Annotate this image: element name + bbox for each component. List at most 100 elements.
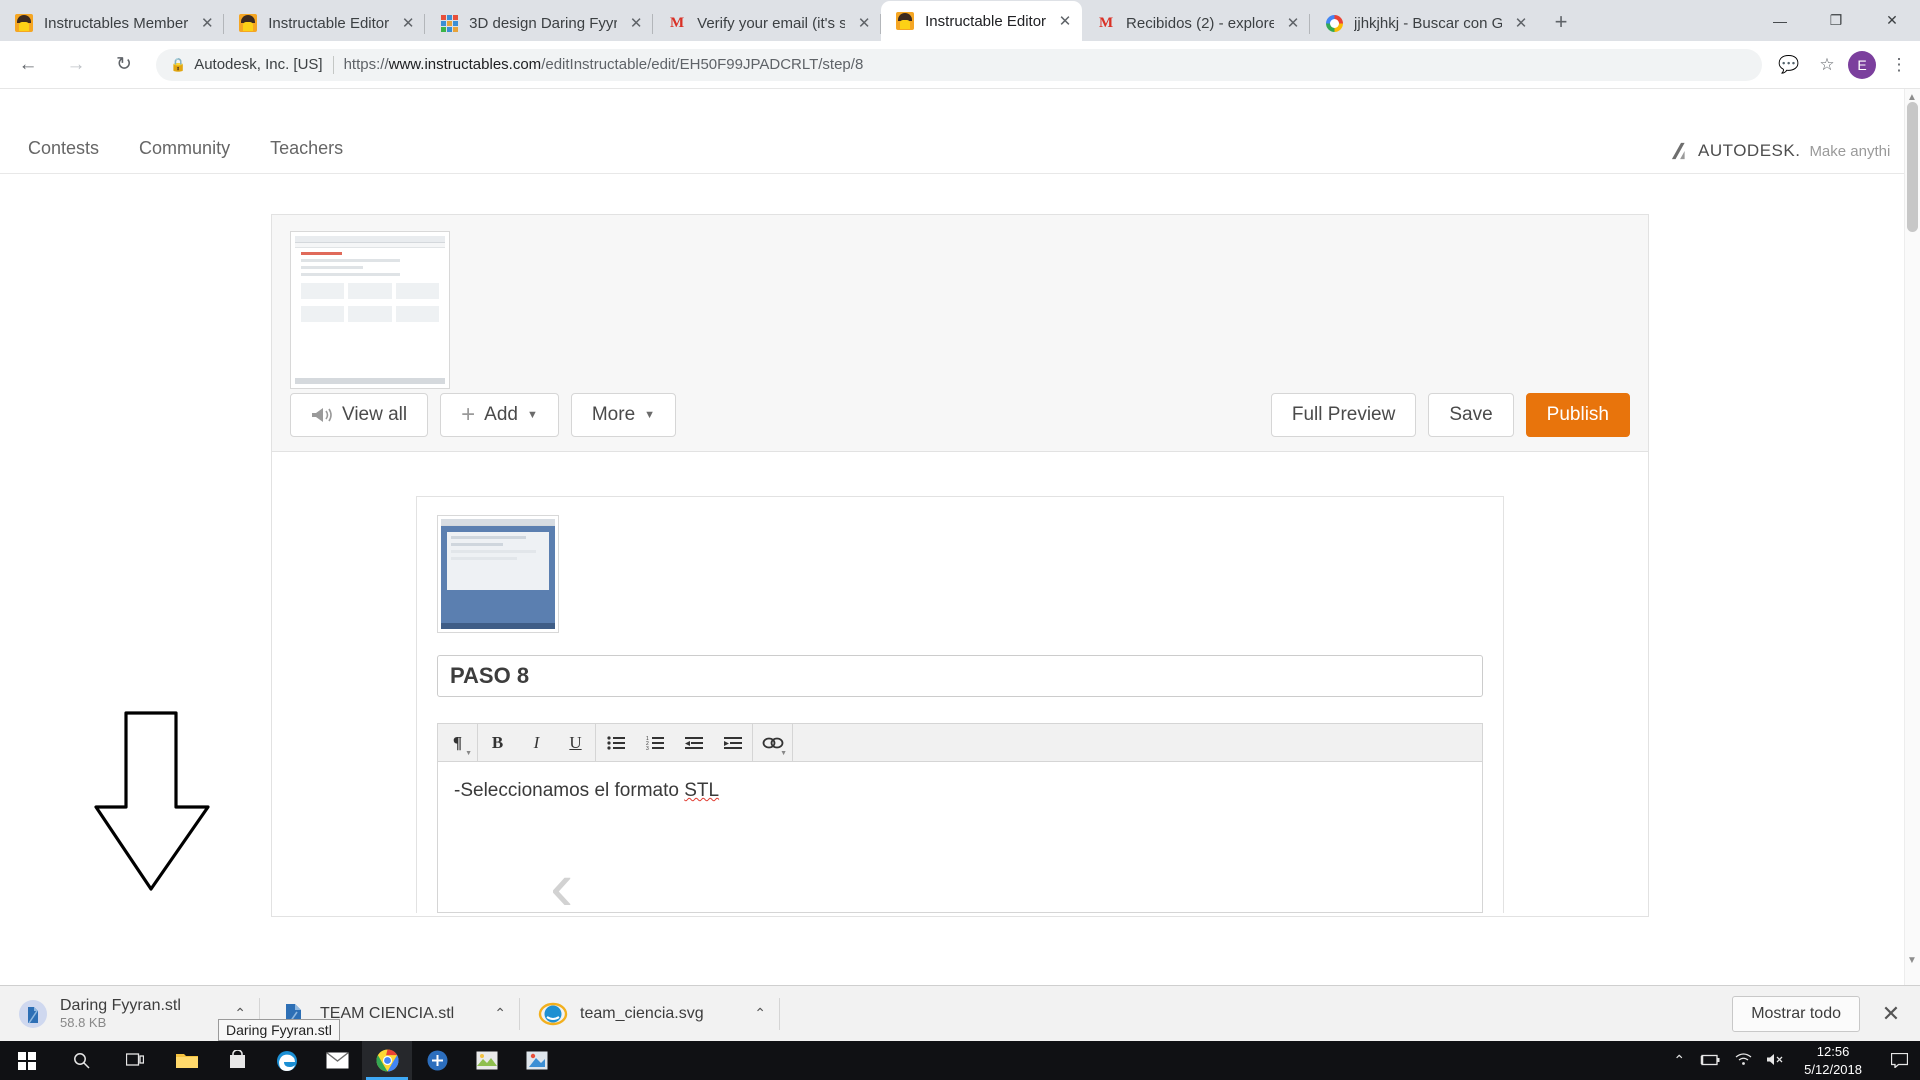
windows-start-icon[interactable] — [0, 1041, 54, 1080]
add-button[interactable]: + Add ▼ — [440, 393, 559, 437]
tinkercad-icon[interactable] — [412, 1041, 462, 1080]
url-scheme: https:// — [343, 56, 389, 73]
tab-close-icon[interactable]: ✕ — [1280, 10, 1306, 36]
chrome-icon[interactable] — [362, 1041, 412, 1080]
close-downloads-bar-icon[interactable]: ✕ — [1878, 1001, 1904, 1027]
link-icon[interactable]: ▼ — [753, 724, 792, 761]
tinkercad-icon — [439, 13, 459, 33]
photos-icon[interactable] — [462, 1041, 512, 1080]
taskbar-clock[interactable]: 12:56 5/12/2018 — [1798, 1043, 1868, 1078]
browser-tab-7[interactable]: jjhkjhkj - Buscar con Go ✕ — [1310, 5, 1538, 41]
security-origin-label: Autodesk, Inc. [US] — [194, 56, 323, 73]
microsoft-store-icon[interactable] — [212, 1041, 262, 1080]
kebab-menu-icon[interactable]: ⋮ — [1882, 48, 1916, 82]
tray-chevron-icon[interactable]: ⌃ — [1673, 1052, 1685, 1069]
tab-close-icon[interactable]: ✕ — [1508, 10, 1534, 36]
step-image-thumbnail[interactable] — [437, 515, 559, 633]
close-window-button[interactable]: ✕ — [1864, 0, 1920, 41]
translate-icon[interactable]: 💬 — [1772, 48, 1806, 82]
previous-step-arrow[interactable]: ‹ — [550, 851, 573, 921]
tab-close-icon[interactable]: ✕ — [194, 10, 220, 36]
task-view-icon[interactable] — [108, 1041, 162, 1080]
chevron-down-icon: ▼ — [526, 409, 538, 421]
view-all-label: View all — [342, 404, 408, 425]
maximize-button[interactable]: ❐ — [1808, 0, 1864, 41]
notifications-icon[interactable] — [1882, 1053, 1916, 1068]
tab-close-icon[interactable]: ✕ — [623, 10, 649, 36]
view-all-button[interactable]: View all — [290, 393, 429, 437]
download-menu-chevron-icon[interactable]: ⌃ — [728, 1005, 766, 1022]
bold-icon[interactable]: B — [478, 724, 517, 761]
misspelled-word: STL — [684, 780, 720, 801]
autodesk-logo-icon — [1671, 142, 1685, 160]
italic-icon[interactable]: I — [517, 724, 556, 761]
browser-tab-3[interactable]: 3D design Daring Fyyra ✕ — [425, 5, 654, 41]
url-path: /editInstructable/edit/EH50F99JPADCRLT/s… — [541, 56, 864, 73]
search-icon[interactable] — [54, 1041, 108, 1080]
download-file-size: 58.8 KB — [60, 1015, 107, 1031]
back-button[interactable]: ← — [8, 45, 48, 85]
nav-item-teachers[interactable]: Teachers — [270, 138, 343, 159]
browser-tab-1[interactable]: Instructables Member ✕ — [0, 5, 225, 41]
forward-button[interactable]: → — [56, 45, 96, 85]
browser-tab-6[interactable]: M Recibidos (2) - explorer ✕ — [1082, 5, 1311, 41]
editor-actions-right: Full Preview Save Publish — [1270, 393, 1630, 437]
profile-avatar[interactable]: E — [1848, 50, 1876, 79]
add-label: Add — [484, 404, 518, 425]
indent-icon[interactable] — [713, 724, 752, 761]
show-all-downloads-button[interactable]: Mostrar todo — [1732, 995, 1860, 1032]
rich-text-editor: ¶ ▼ B I U 1 2 3 ▼ -Seleccionamos el form… — [437, 723, 1483, 913]
bullet-list-icon[interactable] — [596, 724, 635, 761]
more-button[interactable]: More ▼ — [570, 393, 677, 437]
reload-button[interactable]: ↻ — [104, 45, 144, 85]
paint3d-icon[interactable] — [512, 1041, 562, 1080]
browser-tab-4[interactable]: M Verify your email (it's su ✕ — [653, 5, 882, 41]
address-bar[interactable]: 🔒 Autodesk, Inc. [US] https:// www.instr… — [156, 48, 1762, 81]
file-explorer-icon[interactable] — [162, 1041, 212, 1080]
paragraph-style-icon[interactable]: ¶ ▼ — [438, 724, 477, 761]
instructables-icon — [895, 11, 915, 31]
rte-content-area[interactable]: -Seleccionamos el formato STL — [438, 762, 1482, 912]
editor-wrapper: View all + Add ▼ More ▼ Full Preview Sav… — [0, 174, 1920, 921]
numbered-list-icon[interactable]: 1 2 3 — [635, 724, 674, 761]
step-panel: PASO 8 ¶ ▼ B I U 1 2 3 ▼ -Seleccionamos … — [416, 496, 1504, 913]
wifi-icon[interactable] — [1735, 1052, 1752, 1069]
mail-icon[interactable] — [312, 1041, 362, 1080]
gmail-icon: M — [670, 14, 685, 31]
download-menu-chevron-icon[interactable]: ⌃ — [468, 1005, 506, 1022]
new-tab-button[interactable]: + — [1544, 5, 1578, 39]
outdent-icon[interactable] — [674, 724, 713, 761]
star-icon[interactable]: ☆ — [1810, 48, 1844, 82]
google-icon — [1324, 13, 1344, 33]
volume-muted-icon[interactable] — [1766, 1053, 1784, 1069]
step-thumbnail[interactable] — [290, 231, 450, 389]
publish-button[interactable]: Publish — [1525, 393, 1630, 437]
editor-body: ‹ PASO 8 ¶ ▼ B I U 1 2 3 ▼ -Seleccionamo… — [272, 496, 1648, 921]
tab-close-icon[interactable]: ✕ — [395, 10, 421, 36]
nav-item-community[interactable]: Community — [139, 138, 230, 159]
battery-icon[interactable] — [1699, 1053, 1721, 1069]
tab-close-icon[interactable]: ✕ — [1052, 8, 1078, 34]
clock-date: 5/12/2018 — [1804, 1061, 1862, 1077]
underline-icon[interactable]: U — [556, 724, 595, 761]
download-file-name: TEAM CIENCIA.stl — [320, 1004, 455, 1022]
edge-icon[interactable] — [262, 1041, 312, 1080]
save-button[interactable]: Save — [1428, 393, 1514, 437]
editor-actions-left: View all + Add ▼ More ▼ — [290, 393, 677, 437]
step-title-input[interactable]: PASO 8 — [437, 655, 1483, 697]
tab-close-icon[interactable]: ✕ — [851, 10, 877, 36]
clock-time: 12:56 — [1816, 1043, 1850, 1059]
chevron-down-icon: ▼ — [780, 750, 787, 757]
nav-item-contests[interactable]: Contests — [28, 138, 99, 159]
browser-tab-5-active[interactable]: Instructable Editor ✕ — [881, 1, 1083, 41]
full-preview-button[interactable]: Full Preview — [1270, 393, 1417, 437]
browser-tab-2[interactable]: Instructable Editor ✕ — [224, 5, 426, 41]
site-header: Contests Community Teachers AUTODESK. Ma… — [0, 89, 1920, 174]
autodesk-wordmark: AUTODESK. — [1698, 141, 1801, 160]
page-scrollbar-thumb[interactable] — [1907, 102, 1918, 232]
download-item-3[interactable]: team_ciencia.svg ⌃ — [520, 986, 780, 1042]
minimize-button[interactable]: — — [1752, 0, 1808, 41]
scroll-down-arrow[interactable]: ▼ — [1906, 955, 1918, 966]
step-body-text: -Seleccionamos el formato — [454, 780, 685, 801]
tab-title: Instructables Member — [44, 14, 189, 32]
